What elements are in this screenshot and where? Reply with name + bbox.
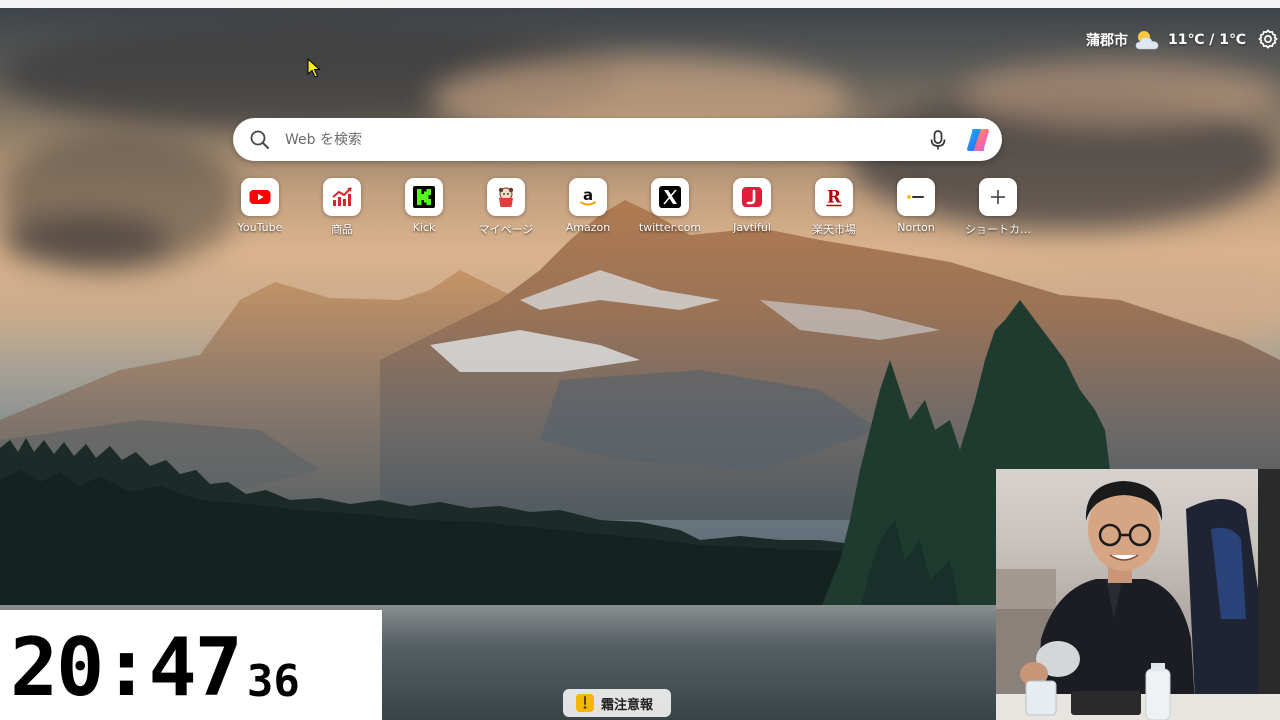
shortcut-add[interactable]: ショートカ…: [957, 178, 1039, 237]
shortcut-tile: [733, 178, 771, 216]
clock-hours-minutes: 20:47: [10, 621, 243, 714]
shortcut-tile: [979, 178, 1017, 216]
shortcut-label: 商品: [331, 223, 353, 236]
shortcut-label: Norton: [897, 221, 935, 234]
partly-cloudy-icon: [1135, 31, 1159, 50]
shortcut-tile: R: [815, 178, 853, 216]
kick-icon: [413, 186, 435, 208]
gear-icon[interactable]: [1257, 28, 1279, 50]
shortcut-amazon[interactable]: a Amazon: [547, 178, 629, 237]
search-icon: [250, 130, 269, 149]
shortcut-javtiful[interactable]: Javtiful: [711, 178, 793, 237]
svg-text:R: R: [827, 188, 842, 208]
shortcut-label: 楽天市場: [812, 223, 856, 236]
shortcut-kick[interactable]: Kick: [383, 178, 465, 237]
shortcut-label: Kick: [412, 221, 436, 234]
chart-icon: [332, 187, 352, 206]
shortcut-tile: [405, 178, 443, 216]
norton-icon: [907, 195, 924, 199]
shortcut-youtube[interactable]: YouTube: [219, 178, 301, 237]
search-bar[interactable]: [233, 118, 1002, 161]
shortcut-mypage[interactable]: マイページ: [465, 178, 547, 237]
svg-text:a: a: [583, 186, 593, 204]
weather-widget[interactable]: 蒲郡市 11℃ / 1℃: [1086, 28, 1246, 52]
warning-icon: [576, 694, 594, 712]
rakuten-icon: R: [826, 188, 842, 208]
weather-alert-badge[interactable]: 霜注意報: [563, 689, 671, 717]
shortcut-label: マイページ: [478, 223, 534, 236]
shortcut-tile: a: [569, 178, 607, 216]
shortcut-tile: [487, 178, 525, 216]
shortcut-products[interactable]: 商品: [301, 178, 383, 237]
shortcut-twitter[interactable]: twitter.com: [629, 178, 711, 237]
amazon-icon: a: [580, 186, 596, 206]
clock-overlay: 20:47 36: [0, 610, 382, 720]
window-top-bar: [0, 0, 1280, 8]
shortcut-label: Amazon: [565, 221, 611, 234]
shortcut-label: YouTube: [237, 221, 283, 234]
search-input[interactable]: [285, 126, 905, 153]
shortcut-label: Javtiful: [733, 221, 771, 234]
plus-icon: [991, 190, 1005, 204]
shortcut-label: ショートカ…: [965, 223, 1031, 236]
microphone-icon[interactable]: [926, 128, 950, 152]
clock-seconds: 36: [246, 656, 300, 707]
shortcut-tile: [323, 178, 361, 216]
weather-city: 蒲郡市: [1086, 33, 1128, 49]
shortcut-tile: [651, 178, 689, 216]
youtube-icon: [249, 190, 271, 204]
shortcut-tile: [241, 178, 279, 216]
webcam-person-image: [996, 469, 1280, 720]
shortcuts-row: YouTube 商品 Kick マイページ a Amazon twitter.c…: [219, 178, 1039, 237]
webcam-feed: [996, 469, 1280, 720]
weather-alert-label: 霜注意報: [601, 697, 654, 713]
shortcut-label: twitter.com: [638, 221, 702, 234]
shortcut-rakuten[interactable]: R 楽天市場: [793, 178, 875, 237]
mypage-icon: [498, 187, 514, 207]
x-icon: [659, 186, 681, 208]
javtiful-icon: [742, 187, 762, 207]
shortcut-tile: [897, 178, 935, 216]
mouse-cursor-icon: [307, 58, 321, 78]
copilot-icon[interactable]: [963, 125, 993, 155]
shortcut-norton[interactable]: Norton: [875, 178, 957, 237]
weather-temperature: 11℃ / 1℃: [1168, 32, 1246, 48]
